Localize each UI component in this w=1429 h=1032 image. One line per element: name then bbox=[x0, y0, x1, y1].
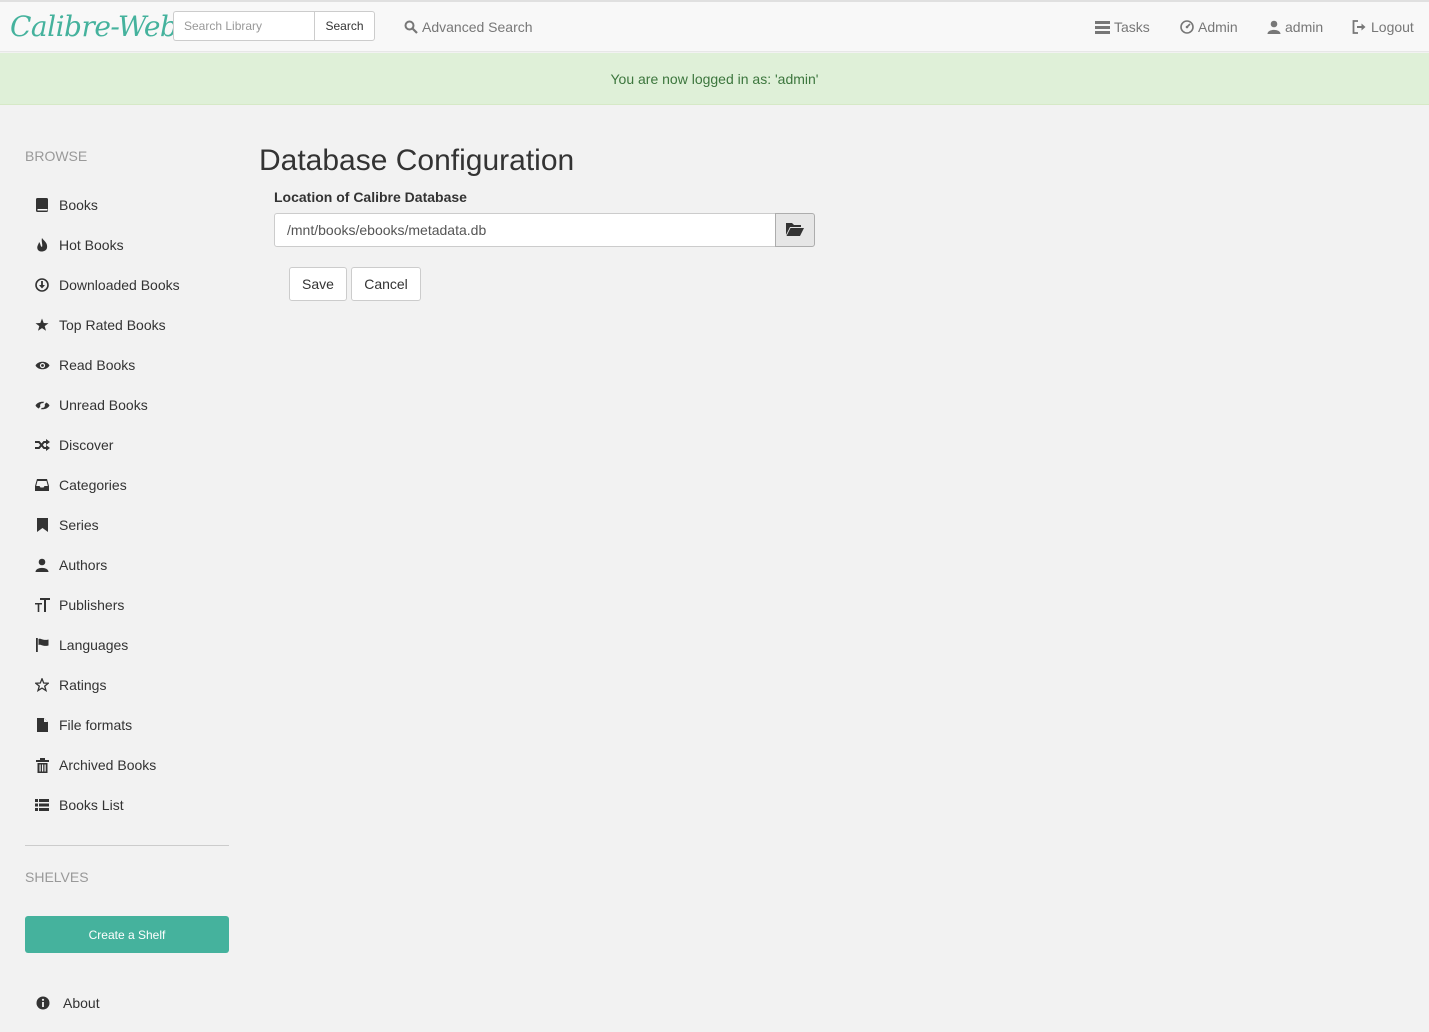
sidebar-item-unread-books[interactable]: Unread Books bbox=[34, 394, 148, 416]
browse-heading: BROWSE bbox=[25, 148, 88, 164]
sidebar-item-books[interactable]: Books bbox=[34, 194, 98, 216]
text-size-icon bbox=[34, 597, 50, 613]
inbox-icon bbox=[34, 477, 50, 493]
flag-icon bbox=[34, 637, 50, 653]
top-navbar: Calibre-Web Search Advanced Search Tasks… bbox=[0, 0, 1429, 52]
sidebar-divider bbox=[25, 845, 229, 846]
fire-icon bbox=[34, 237, 50, 253]
bookmark-icon bbox=[34, 517, 50, 533]
sidebar-item-label: Read Books bbox=[59, 357, 136, 373]
db-location-input[interactable] bbox=[274, 213, 776, 247]
sidebar-item-label: Top Rated Books bbox=[59, 317, 166, 333]
user-label: admin bbox=[1285, 19, 1324, 35]
star-icon bbox=[34, 317, 50, 333]
save-button[interactable]: Save bbox=[289, 267, 347, 301]
logout-label: Logout bbox=[1371, 19, 1414, 35]
sidebar-item-about[interactable]: About bbox=[35, 992, 100, 1014]
sidebar-item-label: Downloaded Books bbox=[59, 277, 180, 293]
info-icon bbox=[35, 995, 51, 1011]
logout-link[interactable]: Logout bbox=[1352, 16, 1414, 38]
eye-open-icon bbox=[34, 357, 50, 373]
list-icon bbox=[34, 797, 50, 813]
sidebar-item-discover[interactable]: Discover bbox=[34, 434, 113, 456]
sidebar-item-label: Books bbox=[59, 197, 98, 213]
sidebar-item-label: About bbox=[63, 995, 100, 1011]
tasks-icon bbox=[1095, 20, 1110, 34]
sidebar-item-label: Books List bbox=[59, 797, 124, 813]
trash-icon bbox=[34, 757, 50, 773]
sidebar-item-label: Authors bbox=[59, 557, 108, 573]
sidebar-item-top-rated-books[interactable]: Top Rated Books bbox=[34, 314, 166, 336]
user-icon bbox=[34, 557, 50, 573]
eye-close-icon bbox=[34, 397, 50, 413]
sidebar-item-ratings[interactable]: Ratings bbox=[34, 674, 106, 696]
sidebar-item-hot-books[interactable]: Hot Books bbox=[34, 234, 124, 256]
download-icon bbox=[34, 277, 50, 293]
sidebar-item-archived-books[interactable]: Archived Books bbox=[34, 754, 156, 776]
login-alert: You are now logged in as: 'admin' bbox=[0, 53, 1429, 105]
search-input[interactable] bbox=[173, 11, 315, 41]
user-icon bbox=[1267, 20, 1281, 34]
sidebar-item-label: Categories bbox=[59, 477, 127, 493]
admin-link[interactable]: Admin bbox=[1180, 16, 1238, 38]
sidebar-item-label: Unread Books bbox=[59, 397, 148, 413]
advanced-search-label: Advanced Search bbox=[422, 19, 533, 35]
sidebar-item-label: Ratings bbox=[59, 677, 107, 693]
sidebar-item-series[interactable]: Series bbox=[34, 514, 99, 536]
page-title: Database Configuration bbox=[259, 144, 575, 177]
folder-open-icon bbox=[786, 222, 804, 239]
book-icon bbox=[34, 197, 50, 213]
file-icon bbox=[34, 717, 50, 733]
sidebar-item-label: Series bbox=[59, 517, 99, 533]
sidebar-item-publishers[interactable]: Publishers bbox=[34, 594, 124, 616]
sidebar-item-label: Hot Books bbox=[59, 237, 124, 253]
db-location-label: Location of Calibre Database bbox=[274, 189, 467, 205]
sidebar-item-label: Languages bbox=[59, 637, 129, 653]
sidebar-item-books-list[interactable]: Books List bbox=[34, 794, 124, 816]
admin-label: Admin bbox=[1198, 19, 1238, 35]
tasks-label: Tasks bbox=[1114, 19, 1150, 35]
brand-logo[interactable]: Calibre-Web bbox=[10, 8, 178, 46]
sidebar-item-label: Discover bbox=[59, 437, 114, 453]
user-profile-link[interactable]: admin bbox=[1267, 16, 1323, 38]
search-button[interactable]: Search bbox=[314, 11, 375, 41]
star-empty-icon bbox=[34, 677, 50, 693]
sidebar-item-file-formats[interactable]: File formats bbox=[34, 714, 132, 736]
advanced-search-link[interactable]: Advanced Search bbox=[404, 16, 533, 38]
random-icon bbox=[34, 437, 50, 453]
sidebar-item-languages[interactable]: Languages bbox=[34, 634, 128, 656]
create-shelf-button[interactable]: Create a Shelf bbox=[25, 916, 229, 953]
sidebar-item-label: Publishers bbox=[59, 597, 125, 613]
shelves-heading: SHELVES bbox=[25, 869, 89, 885]
browse-folder-button[interactable] bbox=[775, 213, 815, 247]
tasks-link[interactable]: Tasks bbox=[1095, 16, 1150, 38]
sidebar-item-downloaded-books[interactable]: Downloaded Books bbox=[34, 274, 180, 296]
sidebar: BROWSE Books Hot Books Downloaded Books … bbox=[0, 105, 250, 1032]
sidebar-item-label: File formats bbox=[59, 717, 133, 733]
sidebar-item-read-books[interactable]: Read Books bbox=[34, 354, 135, 376]
cancel-button[interactable]: Cancel bbox=[351, 267, 421, 301]
logout-icon bbox=[1352, 20, 1367, 34]
dashboard-icon bbox=[1180, 20, 1194, 34]
sidebar-item-label: Archived Books bbox=[59, 757, 157, 773]
search-icon bbox=[404, 20, 418, 34]
sidebar-item-authors[interactable]: Authors bbox=[34, 554, 107, 576]
sidebar-item-categories[interactable]: Categories bbox=[34, 474, 127, 496]
